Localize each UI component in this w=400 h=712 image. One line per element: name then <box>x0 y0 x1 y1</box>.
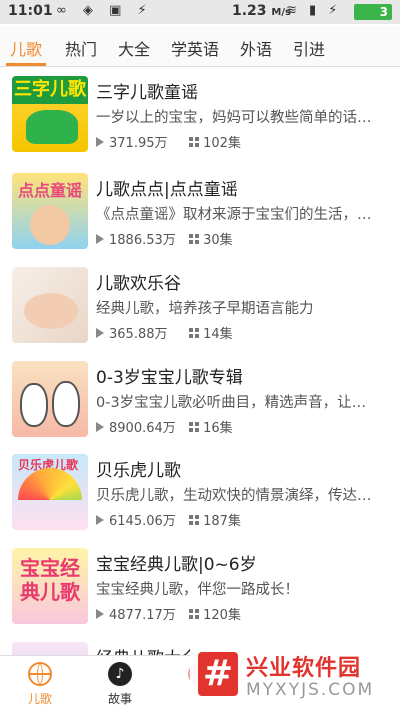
play-count: 4877.17万 <box>109 608 176 623</box>
episodes-icon <box>189 233 200 244</box>
episodes-icon <box>189 136 200 147</box>
album-description: 经典儿歌，培养孩子早期语言能力 <box>96 301 314 317</box>
bunny-illustration <box>52 381 80 427</box>
album-thumbnail: 三字儿歌 <box>12 76 88 152</box>
play-count: 6145.06万 <box>109 514 176 529</box>
globe-icon <box>28 662 52 686</box>
play-count: 1886.53万 <box>109 233 176 248</box>
list-item[interactable]: 0-3岁宝宝儿歌专辑 0-3岁宝宝儿歌必听曲目，精选声音，让… 8900.64万… <box>0 353 400 445</box>
album-thumbnail <box>12 642 88 656</box>
album-description: 宝宝经典儿歌，伴您一路成长！ <box>96 582 299 598</box>
play-icon <box>96 608 104 619</box>
watermark-chinese-text: 兴业软件园 <box>246 656 362 681</box>
watermark-logo-icon: # <box>198 652 238 696</box>
album-meta: 8900.64万 16集 <box>96 417 233 436</box>
album-meta: 1886.53万 30集 <box>96 229 233 248</box>
child-illustration <box>30 205 70 245</box>
play-icon <box>96 421 104 432</box>
play-icon <box>96 514 104 525</box>
music-icon: ♪ <box>108 662 132 686</box>
album-description: 贝乐虎儿歌，生动欢快的情景演绎，传达… <box>96 488 372 504</box>
episodes-icon <box>189 514 200 525</box>
site-watermark: # 兴业软件园 MYXYJS.COM <box>190 646 400 711</box>
category-tabs: 儿歌 热门 大全 学英语 外语 引进 <box>0 26 400 67</box>
album-title: 宝宝经典儿歌|0~6岁 <box>96 555 257 575</box>
play-count: 8900.64万 <box>109 421 176 436</box>
tab-waiyu[interactable]: 外语 <box>240 36 272 60</box>
album-meta: 4877.17万 120集 <box>96 604 241 623</box>
nav-gushi[interactable]: ♪ 故事 <box>90 662 150 707</box>
status-signal-icons: ≋ ▮ ⚡ <box>286 3 342 18</box>
tab-xueyingyu[interactable]: 学英语 <box>171 36 219 60</box>
album-description: 《点点童谣》取材来源于宝宝们的生活，… <box>96 207 372 223</box>
tab-remen[interactable]: 热门 <box>65 36 97 60</box>
episodes-icon <box>189 327 200 338</box>
play-icon <box>96 327 104 338</box>
play-count: 365.88万 <box>109 327 168 342</box>
baby-illustration <box>24 293 78 329</box>
play-icon <box>96 136 104 147</box>
status-notification-icons: ∞ ◈ ▣ ⚡ <box>56 3 153 18</box>
active-tab-indicator <box>6 63 46 66</box>
nav-label: 故事 <box>107 692 132 706</box>
album-title: 儿歌点点|点点童谣 <box>96 180 238 200</box>
episode-count: 16集 <box>203 421 233 436</box>
status-network-speed: 1.23 M/s <box>232 3 291 19</box>
album-title: 儿歌欢乐谷 <box>96 274 181 294</box>
album-thumbnail: 点点童谣 <box>12 173 88 249</box>
status-bar: 11:01 ∞ ◈ ▣ ⚡ 1.23 M/s ≋ ▮ ⚡ 3 <box>0 0 400 24</box>
episode-count: 120集 <box>203 608 241 623</box>
album-title: 贝乐虎儿歌 <box>96 461 181 481</box>
bunny-illustration <box>20 383 48 427</box>
list-item[interactable]: 点点童谣 儿歌点点|点点童谣 《点点童谣》取材来源于宝宝们的生活，… 1886.… <box>0 165 400 257</box>
album-thumbnail: 宝宝经典儿歌 <box>12 548 88 624</box>
list-item[interactable]: 三字儿歌 三字儿歌童谣 一岁以上的宝宝，妈妈可以教些简单的话… 371.95万 … <box>0 68 400 160</box>
album-title: 三字儿歌童谣 <box>96 83 198 103</box>
thumbnail-label: 点点童谣 <box>18 181 83 200</box>
album-description: 0-3岁宝宝儿歌必听曲目，精选声音，让… <box>96 395 367 411</box>
list-item[interactable]: 贝乐虎儿歌 贝乐虎儿歌 贝乐虎儿歌，生动欢快的情景演绎，传达… 6145.06万… <box>0 446 400 538</box>
episode-count: 102集 <box>203 136 241 151</box>
tab-daquan[interactable]: 大全 <box>118 36 150 60</box>
nav-label: 儿歌 <box>27 692 52 706</box>
tab-yinjin[interactable]: 引进 <box>293 36 325 60</box>
episodes-icon <box>189 608 200 619</box>
battery-icon: 3 <box>354 4 392 20</box>
album-description: 一岁以上的宝宝，妈妈可以教些简单的话… <box>96 110 372 126</box>
episodes-icon <box>189 421 200 432</box>
album-thumbnail <box>12 267 88 343</box>
album-thumbnail <box>12 361 88 437</box>
tab-erge[interactable]: 儿歌 <box>10 36 42 60</box>
album-meta: 365.88万 14集 <box>96 323 233 342</box>
album-meta: 371.95万 102集 <box>96 132 241 151</box>
watermark-domain-text: MYXYJS.COM <box>246 680 375 700</box>
episode-count: 187集 <box>203 514 241 529</box>
album-title: 0-3岁宝宝儿歌专辑 <box>96 368 243 388</box>
thumbnail-label: 宝宝经典儿歌 <box>20 556 80 604</box>
list-item[interactable]: 儿歌欢乐谷 经典儿歌，培养孩子早期语言能力 365.88万 14集 <box>0 259 400 351</box>
album-thumbnail: 贝乐虎儿歌 <box>12 454 88 530</box>
play-count: 371.95万 <box>109 136 168 151</box>
thumbnail-label: 三字儿歌 <box>12 76 88 104</box>
episode-count: 30集 <box>203 233 233 248</box>
list-item[interactable]: 宝宝经典儿歌 宝宝经典儿歌|0~6岁 宝宝经典儿歌，伴您一路成长！ 4877.1… <box>0 540 400 632</box>
crocodile-illustration <box>26 110 78 144</box>
status-time: 11:01 <box>8 3 53 19</box>
episode-count: 14集 <box>203 327 233 342</box>
nav-erge[interactable]: 儿歌 <box>10 662 70 707</box>
album-meta: 6145.06万 187集 <box>96 510 241 529</box>
play-icon <box>96 233 104 244</box>
